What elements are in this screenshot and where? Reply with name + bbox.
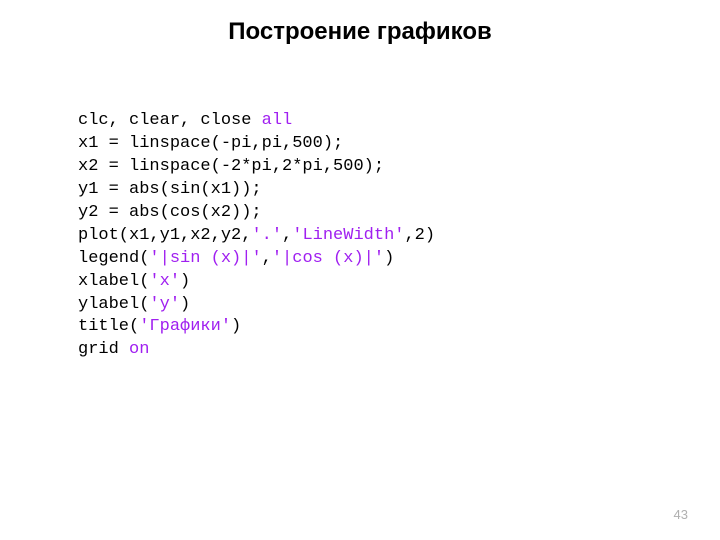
code-line-3: x2 = linspace(-2*pi,2*pi,500);	[78, 157, 384, 176]
string-cos: '|cos (x)|'	[272, 249, 384, 268]
string-x: 'x'	[149, 272, 180, 291]
code-line-6: plot(x1,y1,x2,y2,'.','LineWidth',2)	[78, 226, 435, 245]
slide: Построение графиков clc, clear, close al…	[0, 0, 720, 540]
page-number: 43	[674, 507, 688, 522]
code-line-5: y2 = abs(cos(x2));	[78, 203, 262, 222]
string-sin: '|sin (x)|'	[149, 249, 261, 268]
code-line-4: y1 = abs(sin(x1));	[78, 180, 262, 199]
code-block: clc, clear, close all x1 = linspace(-pi,…	[78, 110, 435, 362]
keyword-all: all	[262, 111, 293, 130]
slide-title: Построение графиков	[0, 18, 720, 46]
string-y: 'y'	[149, 295, 180, 314]
code-line-11: grid on	[78, 340, 149, 359]
code-line-9: ylabel('y')	[78, 295, 190, 314]
string-title: 'Графики'	[139, 317, 231, 336]
code-line-2: x1 = linspace(-pi,pi,500);	[78, 134, 343, 153]
code-line-7: legend('|sin (x)|','|cos (x)|')	[78, 249, 394, 268]
code-line-8: xlabel('x')	[78, 272, 190, 291]
string-dot: '.'	[251, 226, 282, 245]
keyword-on: on	[129, 340, 149, 359]
code-line-10: title('Графики')	[78, 317, 241, 336]
string-linewidth: 'LineWidth'	[292, 226, 404, 245]
code-line-1: clc, clear, close all	[78, 111, 292, 130]
